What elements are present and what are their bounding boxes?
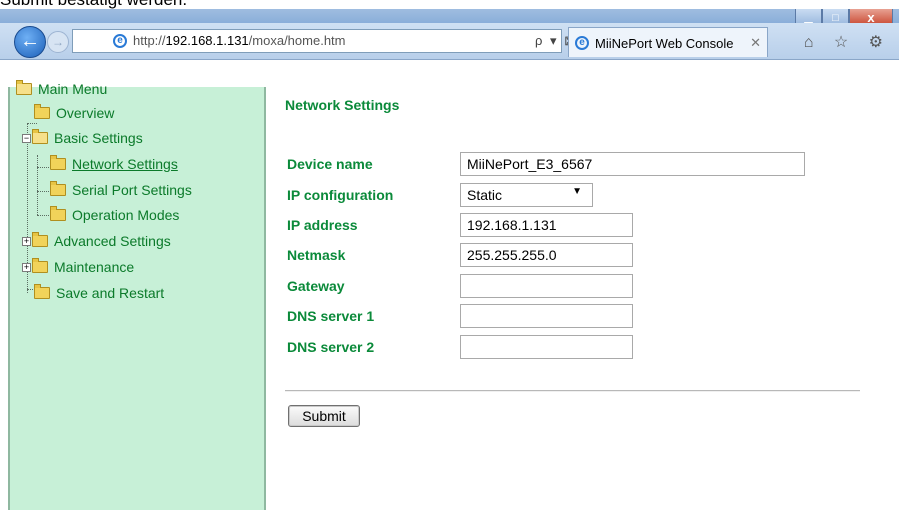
sidebar-item-maintenance[interactable]: + Maintenance xyxy=(22,256,134,278)
dns-server-2-field[interactable] xyxy=(460,335,633,359)
sidebar-tree: Main Menu Overview − Basic Settings Netw… xyxy=(8,80,266,510)
gateway-label: Gateway xyxy=(287,278,345,294)
folder-icon xyxy=(34,284,50,299)
dns-server-2-label: DNS server 2 xyxy=(287,339,375,355)
sidebar-item-label: Save and Restart xyxy=(56,285,165,301)
ip-configuration-label: IP configuration xyxy=(287,187,394,203)
expand-icon[interactable]: + xyxy=(22,236,31,246)
page-title: Network Settings xyxy=(285,97,400,113)
sidebar-item-label: Overview xyxy=(56,105,115,121)
gateway-field[interactable] xyxy=(460,274,633,298)
sidebar-item-advanced-settings[interactable]: + Advanced Settings xyxy=(22,230,171,252)
sidebar-item-network-settings[interactable]: Network Settings xyxy=(50,153,178,175)
browser-navbar: ← → e http://192.168.1.131/moxa/home.htm… xyxy=(0,23,899,60)
sidebar-item-label: Serial Port Settings xyxy=(72,182,192,198)
ie-logo-icon: e xyxy=(575,36,589,50)
dns-server-1-field[interactable] xyxy=(460,304,633,328)
folder-icon xyxy=(34,104,50,119)
sidebar-item-label: Operation Modes xyxy=(72,207,180,223)
address-bar[interactable]: e http://192.168.1.131/moxa/home.htm ρ ▾… xyxy=(72,29,612,53)
expand-icon[interactable]: + xyxy=(22,262,31,272)
folder-icon xyxy=(50,206,66,221)
dropdown-arrow-icon[interactable]: ▼ xyxy=(572,186,582,197)
window-titlebar: ▁ □ x xyxy=(0,9,899,27)
ip-configuration-select[interactable]: Static ▼ xyxy=(460,183,593,207)
page-caption: Submit bestätigt werden. xyxy=(0,0,187,9)
dns-server-1-label: DNS server 1 xyxy=(287,308,375,324)
netmask-label: Netmask xyxy=(287,247,346,263)
form-divider xyxy=(285,390,860,392)
sidebar-item-label: Network Settings xyxy=(72,156,178,172)
sidebar-item-label: Maintenance xyxy=(54,259,135,275)
sidebar-item-label: Advanced Settings xyxy=(54,233,171,249)
tab-title: MiiNePort Web Console xyxy=(595,36,734,51)
device-name-field[interactable]: MiiNePort_E3_6567 xyxy=(460,152,805,176)
tab-close-icon[interactable]: ✕ xyxy=(750,35,761,51)
sidebar-item-basic-settings[interactable]: − Basic Settings xyxy=(22,127,143,149)
forward-arrow-icon[interactable]: → xyxy=(47,31,69,53)
sidebar-item-main-menu[interactable]: Main Menu xyxy=(16,78,107,100)
ie-logo-icon: e xyxy=(113,34,127,48)
folder-open-icon xyxy=(32,129,48,144)
ip-address-field[interactable]: 192.168.1.131 xyxy=(460,213,633,237)
page-content: Main Menu Overview − Basic Settings Netw… xyxy=(0,60,899,510)
folder-icon xyxy=(50,155,66,170)
sidebar-item-label: Main Menu xyxy=(38,81,108,97)
ip-address-label: IP address xyxy=(287,217,358,233)
sidebar-item-operation-modes[interactable]: Operation Modes xyxy=(50,204,179,226)
network-settings-form: Network Settings Device name MiiNePort_E… xyxy=(285,60,885,475)
folder-icon xyxy=(50,181,66,196)
collapse-icon[interactable]: − xyxy=(22,133,31,143)
folder-icon xyxy=(32,232,48,247)
sidebar-item-label: Basic Settings xyxy=(54,130,143,146)
sidebar-item-serial-port-settings[interactable]: Serial Port Settings xyxy=(50,179,192,201)
folder-open-icon xyxy=(16,80,32,95)
ip-configuration-value: Static xyxy=(467,187,503,203)
browser-tab[interactable]: e MiiNePort Web Console ✕ xyxy=(568,27,768,57)
sidebar-item-overview[interactable]: Overview xyxy=(34,102,114,124)
netmask-field[interactable]: 255.255.255.0 xyxy=(460,243,633,267)
sidebar-item-save-and-restart[interactable]: Save and Restart xyxy=(34,282,164,304)
url-text[interactable]: http://192.168.1.131/moxa/home.htm xyxy=(133,33,346,48)
submit-button[interactable]: Submit xyxy=(288,405,360,427)
browser-window: ▁ □ x ← → e http://192.168.1.131/moxa/ho… xyxy=(0,9,899,510)
folder-icon xyxy=(32,258,48,273)
back-arrow-icon[interactable]: ← xyxy=(14,26,46,58)
home-favorites-gear-icons[interactable]: ⌂ ☆ ⚙ xyxy=(804,32,891,52)
device-name-label: Device name xyxy=(287,156,373,172)
